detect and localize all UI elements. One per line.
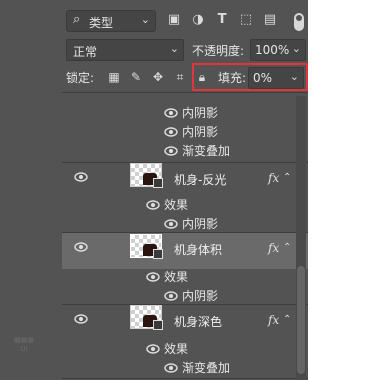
link-icon bbox=[153, 249, 163, 259]
eye-icon[interactable] bbox=[164, 146, 178, 156]
scrollbar[interactable] bbox=[296, 96, 306, 380]
opacity-value: 100% bbox=[255, 43, 290, 57]
collapse-caret-icon[interactable]: ⌃ bbox=[283, 242, 291, 253]
lock-image-pixels-icon[interactable]: ✎ bbox=[128, 69, 144, 85]
eye-icon[interactable] bbox=[146, 344, 160, 354]
layers-list: 内阴影 内阴影 渐变叠加 机身-反光 fx ⌃ 效果 内阴影 机身体积 fx ⌃… bbox=[0, 92, 370, 380]
layer-name[interactable]: 机身体积 bbox=[174, 241, 222, 258]
fx-icon[interactable]: fx bbox=[268, 171, 279, 185]
image-filter-icon[interactable]: ▣ bbox=[166, 12, 182, 28]
filter-row: ⌕ 类型 ⌄ ▣ ◑ T ⬚ ▤ bbox=[62, 8, 308, 34]
layer-name[interactable]: 机身-反光 bbox=[174, 171, 226, 188]
chevron-down-icon: ⌄ bbox=[169, 42, 179, 55]
link-icon bbox=[153, 320, 163, 330]
blend-mode-value: 正常 bbox=[73, 45, 98, 59]
layer-thumbnail bbox=[130, 234, 163, 259]
eye-icon[interactable] bbox=[164, 219, 178, 229]
filter-kind-label: 类型 bbox=[89, 16, 114, 30]
eye-icon[interactable] bbox=[146, 200, 160, 210]
effects-label: 效果 bbox=[164, 270, 189, 284]
eye-icon[interactable] bbox=[164, 108, 178, 118]
search-icon: ⌕ bbox=[73, 12, 81, 27]
visibility-eye-icon[interactable] bbox=[74, 172, 88, 182]
fill-highlight-box bbox=[192, 63, 308, 91]
lock-label: 锁定: bbox=[66, 71, 95, 85]
lock-position-icon[interactable]: ✥ bbox=[150, 69, 166, 85]
smart-object-filter-icon[interactable]: ▤ bbox=[262, 12, 278, 28]
adjustment-filter-icon[interactable]: ◑ bbox=[190, 12, 206, 28]
blend-mode-select[interactable]: 正常 ⌄ bbox=[66, 39, 184, 61]
filter-kind-select[interactable]: ⌕ 类型 ⌄ bbox=[66, 10, 156, 32]
shape-filter-icon[interactable]: ⬚ bbox=[238, 12, 254, 28]
chevron-down-icon: ⌄ bbox=[291, 42, 301, 55]
chevron-down-icon: ⌄ bbox=[140, 13, 150, 26]
effect-label: 渐变叠加 bbox=[182, 144, 231, 158]
divider bbox=[62, 378, 308, 379]
effects-label: 效果 bbox=[164, 342, 189, 356]
lock-transparent-pixels-icon[interactable]: ▦ bbox=[106, 69, 122, 85]
lock-artboard-icon[interactable]: ⌗ bbox=[172, 69, 188, 85]
effects-label: 效果 bbox=[164, 198, 189, 212]
type-filter-icon[interactable]: T bbox=[214, 12, 230, 28]
scrollbar-thumb[interactable] bbox=[297, 266, 305, 374]
effect-label: 内阴影 bbox=[182, 106, 219, 120]
fx-icon[interactable]: fx bbox=[268, 313, 279, 327]
layer-thumbnail bbox=[130, 305, 163, 330]
collapse-caret-icon[interactable]: ⌃ bbox=[283, 314, 291, 325]
filter-toggle[interactable] bbox=[294, 13, 304, 31]
effect-label: 内阴影 bbox=[182, 217, 219, 231]
opacity-label: 不透明度: bbox=[192, 44, 245, 58]
eye-icon[interactable] bbox=[164, 127, 178, 137]
watermark-logo: ▦▦▦ UI bbox=[14, 336, 34, 353]
effect-label: 内阴影 bbox=[182, 289, 219, 303]
effect-label: 内阴影 bbox=[182, 125, 219, 139]
eye-icon[interactable] bbox=[164, 291, 178, 301]
layer-thumbnail bbox=[130, 163, 163, 188]
link-icon bbox=[153, 178, 163, 188]
divider bbox=[62, 92, 308, 93]
blend-row: 正常 ⌄ 不透明度: 100% ⌄ bbox=[62, 38, 308, 62]
visibility-eye-icon[interactable] bbox=[74, 242, 88, 252]
fx-icon[interactable]: fx bbox=[268, 241, 279, 255]
effect-label: 渐变叠加 bbox=[182, 361, 231, 375]
visibility-eye-icon[interactable] bbox=[74, 314, 88, 324]
eye-icon[interactable] bbox=[146, 272, 160, 282]
layer-name[interactable]: 机身深色 bbox=[174, 313, 222, 330]
opacity-field[interactable]: 100% ⌄ bbox=[250, 39, 306, 61]
eye-icon[interactable] bbox=[164, 363, 178, 373]
collapse-caret-icon[interactable]: ⌃ bbox=[283, 172, 291, 183]
